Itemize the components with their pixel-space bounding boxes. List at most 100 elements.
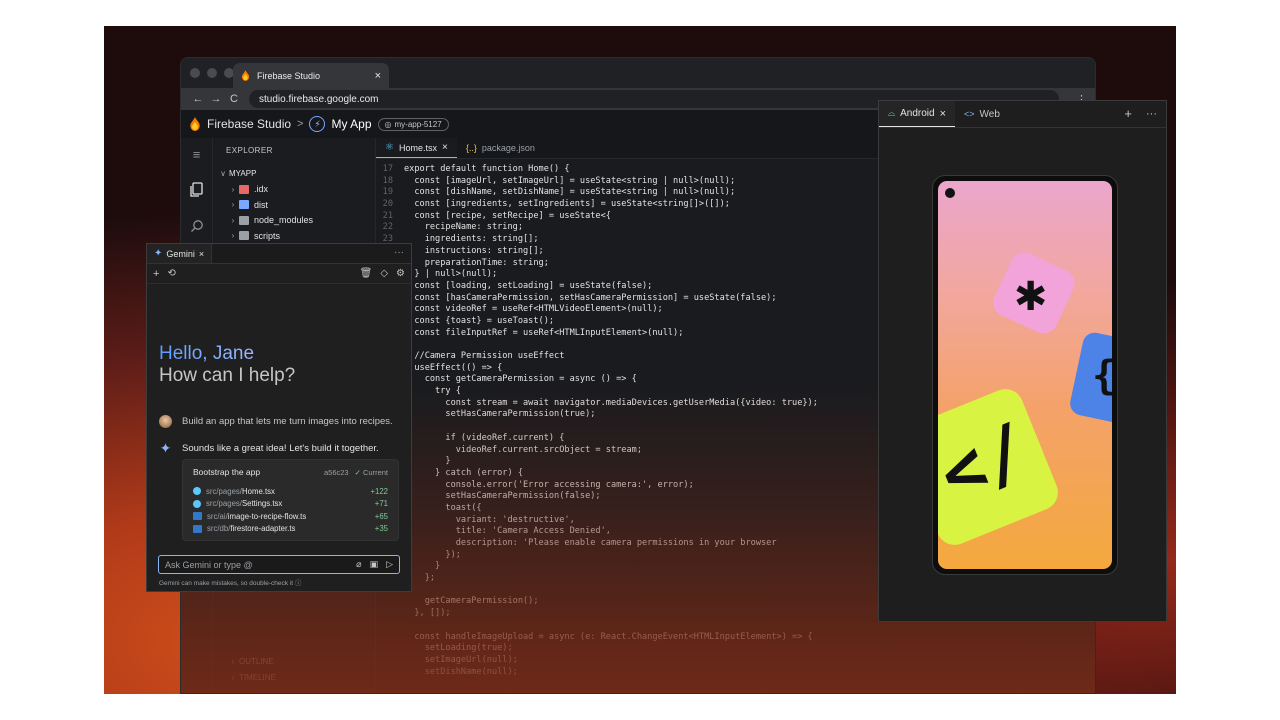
line-text: title: 'Camera Access Denied',: [404, 526, 611, 537]
line-number: [376, 643, 404, 655]
line-text: const stream = await navigator.mediaDevi…: [404, 397, 818, 408]
tab-close-icon[interactable]: ×: [442, 142, 448, 153]
tree-item-node-modules[interactable]: › node_modules: [213, 213, 375, 229]
line-text: }, []);: [404, 608, 451, 619]
greeting-name: Hello, Jane: [159, 343, 295, 365]
tab-web[interactable]: <> Web: [955, 101, 1009, 127]
greeting: Hello, Jane How can I help?: [159, 343, 295, 387]
commit-hash: a56c23: [323, 467, 349, 477]
checkpoint-header: Bootstrap the app a56c23 ✓ Current: [193, 467, 388, 477]
tree-root[interactable]: ∨ MYAPP: [213, 166, 375, 182]
tab-gemini[interactable]: ✦ Gemini ×: [147, 244, 213, 263]
line-text: getCameraPermission();: [404, 596, 539, 607]
tree-item-label: node_modules: [254, 215, 314, 226]
project-chip[interactable]: ◎ my-app-5127: [377, 117, 449, 131]
back-arrow-icon[interactable]: ←: [189, 93, 207, 105]
ts-file-icon: [193, 512, 202, 521]
gemini-tabbar: ✦ Gemini × ···: [147, 244, 411, 264]
settings-gear-icon[interactable]: ⚙: [396, 268, 405, 279]
chevron-right-icon: ›: [231, 215, 235, 225]
send-icon[interactable]: ▷: [386, 559, 393, 570]
line-text: ingredients: string[];: [404, 234, 539, 245]
tab-close-icon[interactable]: ×: [940, 108, 946, 120]
chevron-right-icon: ›: [231, 200, 235, 210]
react-file-icon: [193, 487, 201, 496]
line-text: const videoRef = useRef<HTMLVideoElement…: [404, 304, 663, 315]
preview-panel: ⌓ Android × <> Web + ··· ✱ { </: [878, 100, 1167, 622]
tree-item-dist[interactable]: › dist: [213, 197, 375, 213]
browser-tab-close-icon[interactable]: ×: [375, 70, 381, 82]
list-item[interactable]: src/pages/Home.tsx +122: [193, 485, 388, 498]
menu-icon[interactable]: ≡: [187, 144, 207, 164]
gemini-sparkle-icon: ✦: [154, 248, 163, 259]
list-item[interactable]: src/pages/Settings.tsx +71: [193, 498, 388, 511]
tree-item-label: dist: [254, 199, 269, 210]
timeline-section[interactable]: › TIMELINE: [213, 670, 375, 686]
list-item[interactable]: src/db/firestore-adapter.ts +35: [193, 523, 388, 536]
outline-section[interactable]: › OUTLINE: [213, 654, 375, 670]
folder-icon: [239, 184, 249, 194]
add-tab-plus-icon[interactable]: +: [1124, 106, 1132, 122]
new-chat-plus-icon[interactable]: +: [153, 268, 159, 280]
ai-message: ✦ Sounds like a great idea! Let's build …: [159, 440, 379, 456]
window-minimize-dot[interactable]: [207, 68, 217, 78]
line-text: } | null>(null);: [404, 269, 498, 280]
reload-icon[interactable]: C: [225, 93, 243, 105]
folder-icon: [239, 215, 249, 225]
line-text: preparationTime: string;: [404, 257, 549, 268]
asterisk-icon: ✱: [1015, 263, 1047, 323]
line-text: videoRef.current.srcObject = stream;: [404, 444, 642, 455]
line-number: 20: [382, 199, 393, 210]
gemini-prompt-input[interactable]: Ask Gemini or type @ ⌀ ▣ ▷: [158, 555, 400, 574]
code-line: setLoading(true);: [376, 643, 1095, 655]
app-name-breadcrumb[interactable]: My App: [331, 117, 371, 131]
tag-icon[interactable]: ◇: [380, 268, 388, 279]
user-message: Build an app that lets me turn images in…: [159, 415, 393, 428]
list-item[interactable]: src/ai/image-to-recipe-flow.ts +65: [193, 510, 388, 523]
window-close-dot[interactable]: [190, 68, 200, 78]
ts-file-icon: [193, 524, 202, 533]
tree-item-scripts[interactable]: › scripts: [213, 228, 375, 244]
more-icon[interactable]: ···: [1146, 106, 1157, 122]
trash-icon[interactable]: 🗑: [360, 268, 373, 279]
project-id: my-app-5127: [394, 119, 442, 129]
code-line: setImageUrl(null);: [376, 655, 1095, 667]
greeting-prompt: How can I help?: [159, 365, 296, 386]
preview-tabs: ⌓ Android × <> Web + ···: [879, 101, 1166, 128]
attach-icon[interactable]: ⌀: [356, 559, 361, 570]
more-icon[interactable]: ···: [394, 247, 404, 258]
tab-close-icon[interactable]: ×: [199, 249, 204, 259]
code-brackets-icon: <>: [964, 109, 975, 119]
history-icon[interactable]: ⟲: [167, 268, 175, 279]
search-icon[interactable]: [187, 216, 207, 236]
browser-tab[interactable]: Firebase Studio ×: [233, 63, 389, 88]
line-text: setImageUrl(null);: [404, 654, 518, 665]
input-placeholder: Ask Gemini or type @: [165, 559, 253, 570]
brand-name: Firebase Studio: [207, 117, 292, 131]
line-text: const {toast} = useToast();: [404, 315, 555, 326]
line-text: try {: [404, 386, 461, 397]
gemini-toolbar: + ⟲ 🗑 ◇ ⚙: [147, 264, 411, 284]
tab-package-json[interactable]: {..} package.json: [457, 138, 544, 158]
line-number: [376, 667, 404, 679]
tree-item-label: scripts: [254, 230, 281, 241]
phone-screen[interactable]: ✱ { </: [938, 181, 1112, 569]
chevron-right-icon: ›: [231, 231, 235, 241]
tab-android[interactable]: ⌓ Android ×: [879, 101, 956, 127]
brace-icon: {: [1092, 356, 1112, 396]
react-icon: ⚛: [385, 142, 394, 153]
check-icon: ✓: [354, 467, 361, 477]
line-text: //Camera Permission useEffect: [404, 351, 565, 361]
image-icon[interactable]: ▣: [370, 559, 379, 570]
tab-home-tsx[interactable]: ⚛ Home.tsx ×: [376, 138, 457, 158]
line-text: } catch (error) {: [404, 467, 523, 478]
explorer-files-icon[interactable]: [187, 180, 207, 200]
checkpoint-card[interactable]: Bootstrap the app a56c23 ✓ Current src/p…: [182, 459, 399, 541]
line-text: console.error('Error accessing camera:',…: [404, 479, 694, 490]
info-icon[interactable]: ⓘ: [295, 580, 302, 587]
preview-actions: + ···: [1124, 106, 1157, 122]
tree-item-idx[interactable]: › .idx: [213, 182, 375, 198]
tree-root-label: MYAPP: [229, 169, 257, 179]
forward-arrow-icon[interactable]: →: [207, 93, 225, 105]
folder-icon: [239, 231, 249, 241]
